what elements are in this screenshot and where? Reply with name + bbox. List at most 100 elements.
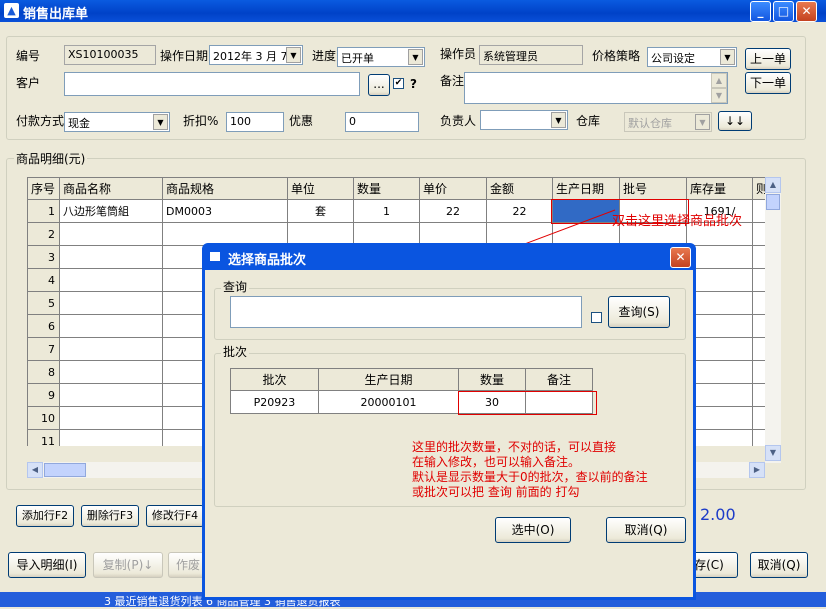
delete-row-button[interactable]: 删除行F3 bbox=[81, 505, 139, 527]
minimize-button[interactable]: _ bbox=[750, 1, 771, 22]
table-cell[interactable] bbox=[686, 314, 753, 338]
table-cell[interactable] bbox=[752, 406, 765, 430]
table-cell[interactable]: DM0003 bbox=[162, 199, 288, 223]
add-row-button[interactable]: 添加行F2 bbox=[16, 505, 74, 527]
table-cell[interactable] bbox=[686, 337, 753, 361]
column-header[interactable]: 单价 bbox=[419, 177, 487, 200]
query-button[interactable]: 查询(S) bbox=[608, 296, 670, 328]
table-cell[interactable] bbox=[686, 360, 753, 384]
table-cell[interactable] bbox=[59, 383, 163, 407]
pricing-select[interactable]: 公司设定 ▼ bbox=[647, 47, 737, 67]
table-cell[interactable] bbox=[686, 245, 753, 269]
help-icon[interactable]: ? bbox=[410, 77, 417, 91]
dialog-close-button[interactable]: ✕ bbox=[670, 247, 691, 268]
select-button[interactable]: 选中(O) bbox=[495, 517, 571, 543]
table-cell[interactable] bbox=[752, 222, 765, 246]
table-cell[interactable] bbox=[686, 406, 753, 430]
column-header[interactable]: 单位 bbox=[287, 177, 354, 200]
table-cell[interactable] bbox=[59, 337, 163, 361]
scroll-up-icon[interactable]: ▲ bbox=[711, 73, 727, 88]
table-cell[interactable]: 套 bbox=[287, 199, 354, 223]
scroll-left-icon[interactable]: ◀ bbox=[27, 462, 43, 478]
table-cell[interactable] bbox=[59, 222, 163, 246]
column-header[interactable]: 金额 bbox=[486, 177, 553, 200]
import-button[interactable]: 导入明细(I) bbox=[8, 552, 86, 578]
table-cell[interactable] bbox=[752, 360, 765, 384]
table-cell: 6 bbox=[27, 314, 60, 338]
batch-cell[interactable]: P20923 bbox=[230, 390, 319, 414]
table-cell[interactable] bbox=[686, 268, 753, 292]
column-header[interactable]: 则 bbox=[752, 177, 765, 200]
table-cell[interactable] bbox=[752, 337, 765, 361]
dialog-body: 查询 查询(S) 批次 批次 生产日期 数量 备注 P20923 20000101 30 这… bbox=[205, 270, 693, 597]
scroll-thumb[interactable] bbox=[44, 463, 86, 477]
column-header[interactable]: 序号 bbox=[27, 177, 60, 200]
prev-order-button[interactable]: 上一单 bbox=[745, 48, 791, 70]
warehouse-arrows-button[interactable]: ↓↓ bbox=[718, 111, 752, 131]
cancel-button[interactable]: 取消(Q) bbox=[750, 552, 808, 578]
batch-group-label: 批次 bbox=[221, 343, 250, 360]
batch-column-header[interactable]: 批次 bbox=[230, 368, 319, 391]
table-cell[interactable] bbox=[59, 268, 163, 292]
table-cell[interactable]: 八边形笔筒組 bbox=[59, 199, 163, 223]
batch-column-header[interactable]: 备注 bbox=[525, 368, 593, 391]
progress-select[interactable]: 已开单 ▼ bbox=[337, 47, 425, 67]
batch-cell[interactable]: 20000101 bbox=[318, 390, 459, 414]
column-header[interactable]: 商品名称 bbox=[59, 177, 163, 200]
table-cell[interactable] bbox=[686, 429, 753, 446]
table-cell[interactable] bbox=[752, 291, 765, 315]
table-cell[interactable] bbox=[59, 291, 163, 315]
payment-select[interactable]: 现金 ▼ bbox=[64, 112, 170, 132]
table-cell[interactable] bbox=[752, 268, 765, 292]
batch-column-header[interactable]: 生产日期 bbox=[318, 368, 459, 391]
remark-textarea[interactable] bbox=[464, 72, 728, 104]
close-button[interactable]: ✕ bbox=[796, 1, 817, 22]
scroll-thumb[interactable] bbox=[766, 194, 780, 210]
column-header[interactable]: 批号 bbox=[619, 177, 687, 200]
column-header[interactable]: 数量 bbox=[353, 177, 420, 200]
batch-column-header[interactable]: 数量 bbox=[458, 368, 526, 391]
chevron-down-icon[interactable]: ▼ bbox=[153, 114, 168, 130]
scroll-up-icon[interactable]: ▲ bbox=[765, 177, 781, 193]
table-cell[interactable] bbox=[59, 406, 163, 430]
table-cell[interactable] bbox=[686, 291, 753, 315]
query-checkbox[interactable] bbox=[591, 312, 602, 323]
customer-browse-button[interactable]: ... bbox=[368, 74, 390, 96]
table-cell[interactable] bbox=[752, 314, 765, 338]
manager-select[interactable]: ▼ bbox=[480, 110, 568, 130]
date-picker[interactable]: 2012年 3 月 7 日 ▼ bbox=[209, 45, 303, 65]
table-cell: 1 bbox=[27, 199, 60, 223]
table-cell[interactable] bbox=[59, 245, 163, 269]
maximize-button[interactable]: □ bbox=[773, 1, 794, 22]
table-cell[interactable]: 22 bbox=[419, 199, 487, 223]
chevron-down-icon[interactable]: ▼ bbox=[286, 47, 301, 63]
table-cell[interactable] bbox=[59, 360, 163, 384]
chevron-down-icon[interactable]: ▼ bbox=[720, 49, 735, 65]
chevron-down-icon[interactable]: ▼ bbox=[551, 112, 566, 128]
scroll-down-icon[interactable]: ▼ bbox=[711, 88, 727, 103]
column-header[interactable]: 生产日期 bbox=[552, 177, 620, 200]
next-order-button[interactable]: 下一单 bbox=[745, 72, 791, 94]
table-cell[interactable] bbox=[686, 383, 753, 407]
details-vscrollbar[interactable]: ▲ ▼ bbox=[765, 177, 781, 463]
query-input[interactable] bbox=[230, 296, 582, 328]
preferential-input[interactable]: 0 bbox=[345, 112, 419, 132]
table-cell[interactable] bbox=[752, 383, 765, 407]
table-cell[interactable] bbox=[59, 314, 163, 338]
table-cell[interactable]: 1 bbox=[353, 199, 420, 223]
table-cell[interactable] bbox=[752, 199, 765, 223]
scroll-right-icon[interactable]: ▶ bbox=[749, 462, 765, 478]
dialog-cancel-button[interactable]: 取消(Q) bbox=[606, 517, 686, 543]
modify-row-button[interactable]: 修改行F4 bbox=[146, 505, 204, 527]
table-cell[interactable] bbox=[59, 429, 163, 446]
scroll-down-icon[interactable]: ▼ bbox=[765, 445, 781, 461]
customer-input[interactable] bbox=[64, 72, 360, 96]
chevron-down-icon[interactable]: ▼ bbox=[408, 49, 423, 65]
table-cell[interactable] bbox=[752, 245, 765, 269]
column-header[interactable]: 库存量 bbox=[686, 177, 753, 200]
column-header[interactable]: 商品规格 bbox=[162, 177, 288, 200]
table-cell[interactable] bbox=[752, 429, 765, 446]
remark-scrollbar[interactable]: ▲ ▼ bbox=[711, 73, 727, 103]
discount-input[interactable]: 100 bbox=[226, 112, 284, 132]
customer-checkbox[interactable]: ✔ bbox=[393, 78, 404, 89]
